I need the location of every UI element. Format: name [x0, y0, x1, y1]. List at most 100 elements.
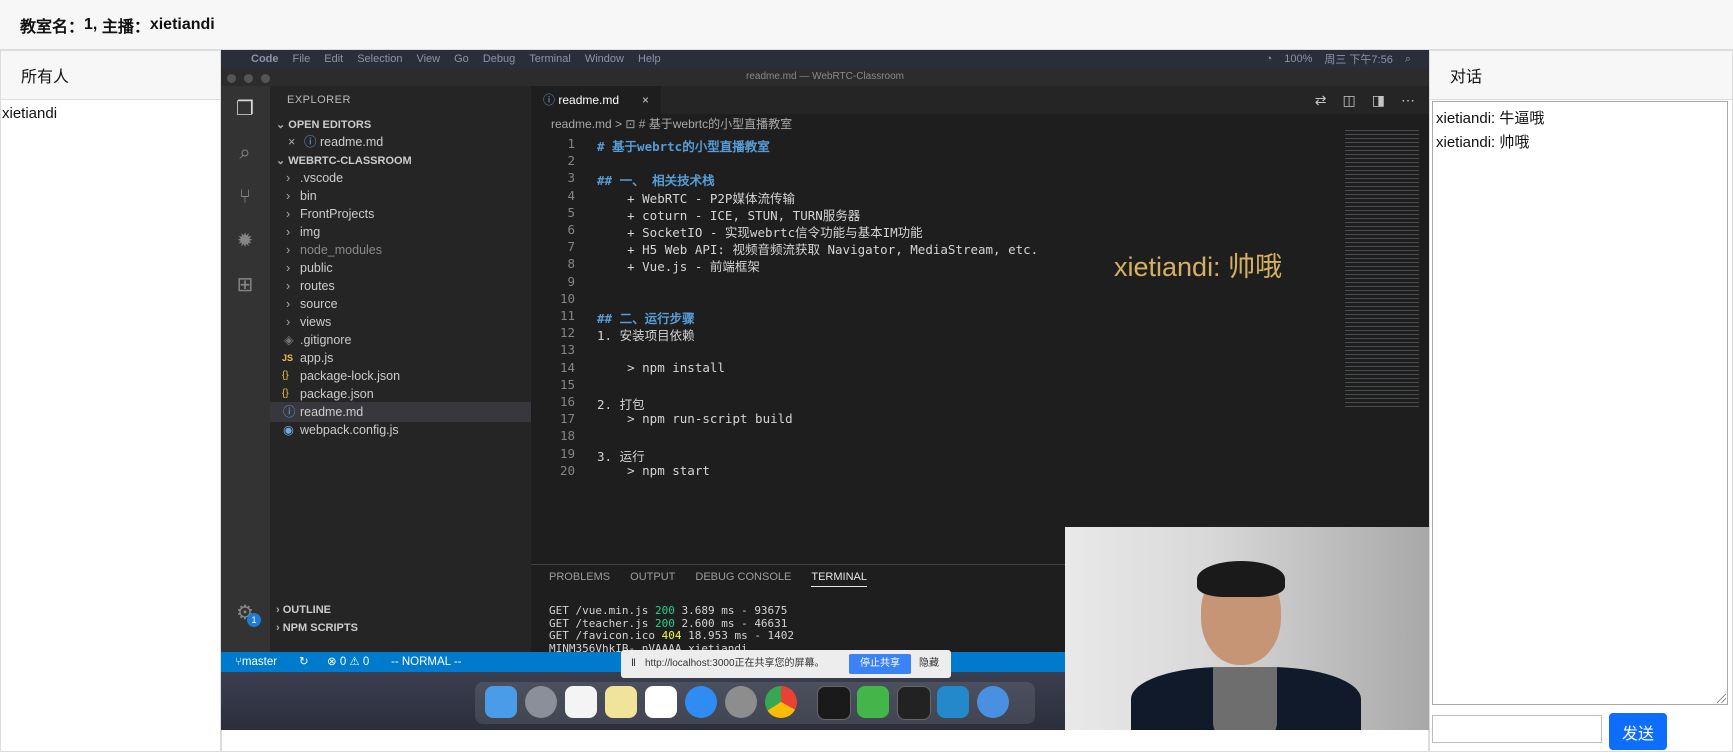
vim-mode: -- NORMAL --: [391, 656, 462, 668]
classroom-label: 教室名：: [20, 18, 85, 36]
classroom-name: 1: [84, 15, 93, 33]
settings-badge: 1: [247, 613, 261, 627]
source-control-icon: ⑂: [239, 186, 251, 208]
code-editor: ⓘ readme.md × ⇄ ◫ ◨ ⋯ readme.md > ⊡ # 基于webr…: [531, 86, 1429, 564]
editor-actions: ⇄ ◫ ◨ ⋯: [1299, 86, 1415, 114]
line-number: 1: [567, 136, 575, 151]
npm-scripts-section: › NPM SCRIPTS: [276, 622, 358, 634]
share-notice-text: http://localhost:3000正在共享您的屏幕。: [645, 658, 825, 669]
participants-title: 所有人: [1, 51, 220, 100]
menu-code: Code: [251, 53, 279, 65]
open-editor-item: × ⓘ readme.md: [288, 135, 384, 149]
explorer-title: EXPLORER: [287, 94, 351, 106]
sync-icon: ↻: [299, 656, 309, 668]
files-icon: ❐: [236, 98, 254, 120]
screen-share-notice: Ⅱ http://localhost:3000正在共享您的屏幕。 停止共享 隐藏: [621, 650, 951, 678]
terminal-icon: [817, 686, 851, 720]
folder-item: › routes: [286, 279, 335, 293]
outline-section: › OUTLINE: [276, 604, 332, 616]
participant-item: xietiandi: [2, 105, 58, 122]
menu-window: Window: [584, 53, 624, 65]
line-number: 11: [559, 308, 575, 323]
wifi-icon: ◔: [1265, 53, 1273, 65]
close-icon: ×: [641, 93, 649, 107]
breadcrumb: readme.md > ⊡ # 基于webrtc的小型直播教室: [551, 117, 793, 131]
code-line: 2. 打包: [597, 397, 645, 412]
split-icon: ◨: [1371, 91, 1385, 108]
tab-debug-console: DEBUG CONSOLE: [695, 571, 792, 583]
resize-handle-icon[interactable]: [1717, 694, 1726, 703]
chrome-icon: [765, 686, 797, 718]
classroom-header: 教室名： 1, 主播： xietiandi: [0, 0, 1733, 50]
host-label: 主播：: [101, 18, 150, 36]
menu-view: View: [416, 53, 441, 65]
mac-menu-bar: Code File Edit Selection View Go Debug T…: [221, 50, 1429, 68]
search-icon: ⌕: [239, 142, 251, 164]
explorer-sidebar: EXPLORER ⌄ OPEN EDITORS × ⓘ readme.md ⌄ WE…: [270, 86, 531, 652]
folder-item: › FrontProjects: [286, 207, 375, 221]
file-item: ◈ .gitignore: [284, 333, 352, 347]
line-number: 20: [559, 462, 575, 478]
code-line: 1. 安装项目依赖: [597, 328, 695, 344]
menu-terminal: Terminal: [529, 53, 571, 65]
code-line: ## 一、 相关技术栈: [597, 173, 715, 189]
reminders-icon: [645, 686, 677, 718]
menu-edit: Edit: [324, 53, 344, 65]
line-number: 18: [559, 428, 575, 444]
open-editors-section: ⌄ OPEN EDITORS: [276, 119, 372, 131]
tab-readme: ⓘ readme.md ×: [531, 86, 661, 114]
finder-icon: [485, 686, 517, 718]
line-number: 10: [559, 290, 575, 306]
activity-bar: ❐ ⌕ ⑂ ✹ ⊞ ⚙ 1: [221, 86, 270, 652]
line-number: 2: [567, 153, 575, 169]
chat-message: xietiandi: 帅哦: [1436, 134, 1530, 151]
tab-terminal: TERMINAL: [811, 571, 867, 587]
notes-icon: [605, 686, 637, 718]
danmaku-message: xietiandi: 帅哦: [1114, 252, 1283, 282]
menu-file: File: [292, 53, 311, 65]
editor-tabs: ⓘ readme.md × ⇄ ◫ ◨ ⋯: [531, 86, 1429, 114]
folder-item: › node_modules: [286, 243, 383, 257]
folder-item: › .vscode: [286, 171, 344, 185]
line-number: 8: [567, 256, 575, 272]
more-icon: ⋯: [1401, 91, 1415, 108]
webcam-video: [1065, 527, 1429, 730]
tab-output: OUTPUT: [630, 571, 676, 583]
folder-item: › source: [286, 297, 338, 311]
battery-percent: 100%: [1284, 53, 1313, 65]
code-line: ## 二、运行步骤: [597, 311, 695, 326]
code-line: + WebRTC - P2P媒体流传输: [597, 190, 795, 206]
menu-selection: Selection: [357, 53, 403, 65]
vscode-icon: [937, 686, 969, 718]
menu-go: Go: [454, 53, 469, 65]
chat-log[interactable]: xietiandi: 牛逼哦 xietiandi: 帅哦: [1432, 101, 1728, 705]
code-line: + coturn - ICE, STUN, TURN服务器: [597, 207, 861, 223]
code-line: > npm install: [597, 359, 725, 375]
header-separator: ,: [92, 15, 102, 33]
menu-debug: Debug: [482, 53, 516, 65]
line-number: 15: [559, 376, 575, 392]
chat-message: xietiandi: 牛逼哦: [1436, 110, 1545, 127]
menu-help: Help: [637, 53, 661, 65]
send-button[interactable]: 发送: [1609, 713, 1667, 750]
panel-tabs: PROBLEMS OUTPUT DEBUG CONSOLE TERMINAL: [549, 571, 887, 587]
line-number: 6: [567, 222, 575, 237]
problems-count: ⊗ 0 ⚠ 0: [327, 656, 370, 668]
code-line: + H5 Web API: 视频音频流获取 Navigator, MediaSt…: [597, 242, 1039, 258]
hide-button[interactable]: 隐藏: [919, 650, 939, 678]
file-item: JS app.js: [282, 351, 334, 365]
calendar-icon: [565, 686, 597, 718]
activity-monitor-icon: [897, 686, 931, 720]
line-number: 13: [559, 342, 575, 358]
code-line: + Vue.js - 前端框架: [597, 259, 760, 275]
line-number: 5: [567, 204, 575, 220]
chat-title: 对话: [1430, 51, 1732, 100]
spotlight-icon: ⌕: [1404, 52, 1411, 65]
debug-icon: ✹: [236, 230, 254, 252]
chat-input[interactable]: [1432, 715, 1602, 743]
clock-text: 周三 下午7:56: [1324, 54, 1393, 66]
line-number: 17: [559, 411, 575, 427]
folder-item: › public: [286, 261, 333, 275]
stop-sharing-button[interactable]: 停止共享: [849, 654, 911, 674]
line-number: 12: [559, 325, 575, 341]
